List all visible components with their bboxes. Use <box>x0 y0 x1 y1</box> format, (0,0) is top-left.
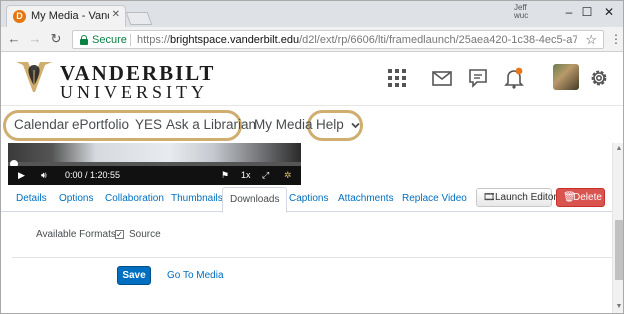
save-button[interactable]: Save <box>117 266 151 285</box>
delete-button[interactable]: 🗑︎ Delete <box>556 188 605 207</box>
tab-details[interactable]: Details <box>16 193 47 204</box>
tab-captions[interactable]: Captions <box>289 193 328 204</box>
launch-editor-button[interactable]: 🎞︎ Launch Editor <box>476 188 557 207</box>
vanderbilt-oak-leaf-logo-icon[interactable] <box>14 60 54 94</box>
nav-help-label: Help <box>316 117 344 132</box>
tab-collaboration[interactable]: Collaboration <box>105 193 164 204</box>
scroll-down-icon[interactable]: ▼ <box>615 303 623 310</box>
url-host: brightspace.vanderbilt.edu <box>170 34 300 46</box>
video-time: 0:00 / 1:20:55 <box>65 170 121 180</box>
minimize-icon[interactable]: – <box>560 3 578 21</box>
address-bar: ← → ↻ Secure https://brightspace.vanderb… <box>0 27 624 52</box>
new-tab-button[interactable] <box>125 12 153 25</box>
site-header: VANDERBILT UNIVERSITY <box>0 52 624 105</box>
apps-grid-icon[interactable] <box>386 67 408 89</box>
video-player[interactable]: ▶ 🔊︎ 0:00 / 1:20:55 ⚑ 1x ⤢ ✲ <box>8 143 301 185</box>
window-close-icon[interactable]: ✕ <box>600 3 618 21</box>
logo-line-university: UNIVERSITY <box>60 82 208 102</box>
mail-icon[interactable] <box>431 67 453 89</box>
source-checkbox[interactable]: ✓ <box>115 230 124 239</box>
available-formats-label: Available Formats: <box>36 229 119 240</box>
d2l-favicon-icon: D <box>13 10 26 23</box>
profile-text: Jeff wuc <box>514 3 529 20</box>
divider <box>12 257 612 258</box>
scroll-up-icon[interactable]: ▲ <box>615 145 623 152</box>
menu-icon[interactable]: ⋮ <box>610 32 622 46</box>
user-profile-label: Jeff wuc <box>514 4 528 20</box>
tab-options[interactable]: Options <box>59 193 93 204</box>
bell-icon[interactable] <box>503 67 525 89</box>
source-label: Source <box>129 229 161 240</box>
back-icon[interactable]: ← <box>6 31 22 47</box>
browser-titlebar: D My Media - Vanderbilt Un ✕ Jeff wuc – … <box>0 0 624 27</box>
chat-icon[interactable] <box>467 67 489 89</box>
nav-ask-a-librarian[interactable]: Ask a Librarian <box>166 117 256 132</box>
main-nav: Calendar ePortfolio YES Ask a Librarian … <box>0 105 624 143</box>
browser-tab[interactable]: D My Media - Vanderbilt Un ✕ <box>6 5 126 27</box>
url-separator <box>130 34 131 46</box>
nav-my-media[interactable]: My Media <box>254 117 313 132</box>
secure-label: Secure <box>92 34 127 46</box>
play-icon[interactable]: ▶ <box>18 170 25 181</box>
maximize-icon[interactable]: ☐ <box>578 3 596 21</box>
tab-downloads[interactable]: Downloads <box>222 187 288 213</box>
fullscreen-icon[interactable]: ⤢ <box>262 170 269 181</box>
editor-icon: 🎞︎ <box>483 192 496 203</box>
chapters-flag-icon[interactable]: ⚑ <box>221 170 229 181</box>
scrollbar[interactable]: ▲ ▼ <box>612 143 624 314</box>
url-scheme: https:// <box>137 34 171 46</box>
tab-close-icon[interactable]: ✕ <box>112 9 120 20</box>
url-text: https://brightspace.vanderbilt.edu/d2l/e… <box>137 34 577 46</box>
url-path: /d2l/ext/rp/6606/lti/framedlaunch/25aea4… <box>299 34 577 46</box>
url-input[interactable]: Secure https://brightspace.vanderbilt.ed… <box>72 30 604 49</box>
forward-icon[interactable]: → <box>27 31 43 47</box>
chevron-down-icon <box>350 122 360 129</box>
tab-replace-video[interactable]: Replace Video <box>402 193 467 204</box>
volume-icon[interactable]: 🔊︎ <box>41 170 47 181</box>
video-controls: ▶ 🔊︎ 0:00 / 1:20:55 ⚑ 1x ⤢ ✲ <box>8 166 301 185</box>
video-frame <box>8 143 301 162</box>
gear-icon[interactable] <box>588 67 610 89</box>
tab-thumbnails[interactable]: Thumbnails <box>171 193 223 204</box>
nav-yes[interactable]: YES <box>135 117 162 132</box>
avatar[interactable] <box>553 64 579 90</box>
go-to-media-link[interactable]: Go To Media <box>167 270 224 281</box>
launch-editor-label: Launch Editor <box>495 192 557 203</box>
delete-label: Delete <box>573 192 602 203</box>
nav-calendar[interactable]: Calendar <box>14 117 69 132</box>
kaltura-logo-icon: ✲ <box>284 170 292 180</box>
lock-icon <box>80 35 88 45</box>
nav-eportfolio[interactable]: ePortfolio <box>72 117 129 132</box>
tab-title: My Media - Vanderbilt Un <box>31 10 109 22</box>
speed-button[interactable]: 1x <box>241 170 251 180</box>
nav-help[interactable]: Help <box>316 117 360 132</box>
reload-icon[interactable]: ↻ <box>48 31 64 47</box>
tab-attachments[interactable]: Attachments <box>338 193 394 204</box>
scroll-thumb[interactable] <box>615 220 623 280</box>
star-icon[interactable]: ☆ <box>585 32 597 48</box>
